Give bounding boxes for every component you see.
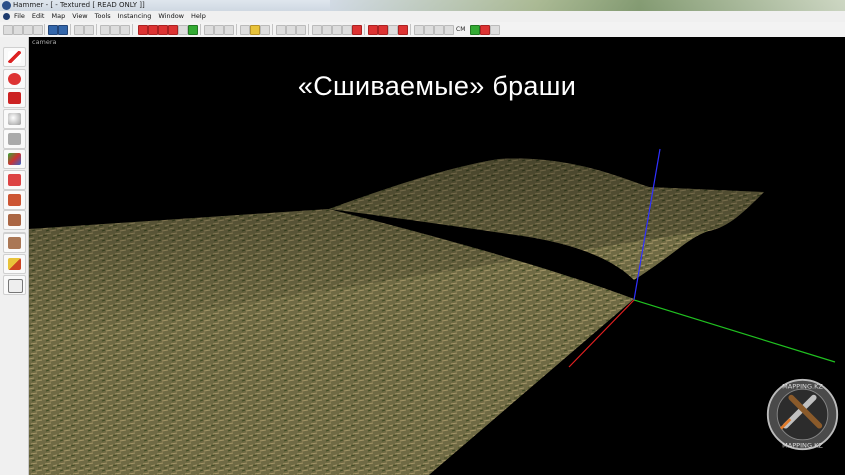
scene-render: [29, 148, 845, 475]
undo-icon[interactable]: [74, 25, 84, 35]
redo-icon[interactable]: [84, 25, 94, 35]
block-tool[interactable]: [3, 129, 26, 149]
menu-file[interactable]: File: [14, 11, 25, 22]
align-right-icon[interactable]: [322, 25, 332, 35]
apply-texture-tool[interactable]: [3, 170, 26, 190]
entity-report-icon[interactable]: [378, 25, 388, 35]
check-problems-icon[interactable]: [388, 25, 398, 35]
apply-texture-icon: [8, 174, 21, 186]
flip-horizontal-icon[interactable]: [352, 25, 362, 35]
carve-icon[interactable]: [188, 25, 198, 35]
run-map-icon[interactable]: [368, 25, 378, 35]
entity-icon: [8, 113, 21, 125]
cordon-icon[interactable]: [414, 25, 424, 35]
menu-view[interactable]: View: [72, 11, 87, 22]
pointer-icon: [8, 51, 21, 63]
tool-palette: [0, 37, 29, 475]
watermark-text-bottom: MAPPING.KZ: [782, 441, 823, 449]
morph-tool[interactable]: [3, 275, 26, 295]
show-selection-icon[interactable]: [178, 25, 188, 35]
entity-tool[interactable]: [3, 109, 26, 129]
cm-button[interactable]: CM: [456, 25, 465, 34]
titlebar-background: [330, 0, 845, 11]
radius-culling-icon[interactable]: [424, 25, 434, 35]
mapping-kz-logo: MAPPING.KZ MAPPING.KZ: [766, 378, 839, 451]
align-top-icon[interactable]: [332, 25, 342, 35]
menu-edit[interactable]: Edit: [32, 11, 45, 22]
path-tool[interactable]: [3, 254, 26, 274]
menu-instancing[interactable]: Instancing: [118, 11, 152, 22]
viewport-label: camera: [32, 38, 57, 46]
block-icon: [8, 133, 21, 145]
texture-lock-icon[interactable]: [204, 25, 214, 35]
texture-apply-icon: [8, 153, 21, 165]
hammer-app-icon: [2, 1, 11, 10]
camera-viewport[interactable]: camera «Сшиваемые» браши MAPPING.KZ MAPP…: [29, 37, 845, 475]
new-file-icon[interactable]: [3, 25, 13, 35]
grid-icon[interactable]: [33, 25, 43, 35]
magnify-tool[interactable]: [3, 69, 26, 89]
texture-application-tool[interactable]: [3, 149, 26, 169]
decal-icon: [8, 194, 21, 206]
menu-map[interactable]: Map: [51, 11, 65, 22]
save-file-icon[interactable]: [23, 25, 33, 35]
instance-icon[interactable]: [490, 25, 500, 35]
leaf-icon[interactable]: [470, 25, 480, 35]
menu-window[interactable]: Window: [158, 11, 184, 22]
helpers-icon[interactable]: [276, 25, 286, 35]
window-title: Hammer - [ - Textured [ READ ONLY ]]: [13, 1, 145, 9]
menu-help[interactable]: Help: [191, 11, 206, 22]
clipping-icon: [8, 214, 21, 226]
load-window-state-icon[interactable]: [48, 25, 58, 35]
paste-icon[interactable]: [120, 25, 130, 35]
window-titlebar: Hammer - [ - Textured [ READ ONLY ]]: [0, 0, 845, 11]
model-toggle-icon[interactable]: [444, 25, 454, 35]
menu-bar: File Edit Map View Tools Instancing Wind…: [0, 11, 845, 22]
path-icon: [8, 258, 21, 270]
copy-icon[interactable]: [110, 25, 120, 35]
decal-tool[interactable]: [3, 190, 26, 210]
group-icon[interactable]: [138, 25, 148, 35]
ungroup-icon[interactable]: [148, 25, 158, 35]
open-file-icon[interactable]: [13, 25, 23, 35]
toggle-3d-grid-icon[interactable]: [250, 25, 260, 35]
camera-icon: [8, 92, 21, 104]
camera-tool[interactable]: [3, 88, 26, 108]
selection-by-handles-icon[interactable]: [286, 25, 296, 35]
overlay-icon: [8, 237, 21, 249]
snap-to-grid-icon[interactable]: [260, 25, 270, 35]
compile-icon[interactable]: [480, 25, 490, 35]
main-toolbar: CM: [0, 22, 845, 38]
align-left-icon[interactable]: [312, 25, 322, 35]
clipping-tool[interactable]: [3, 210, 26, 230]
selection-tool[interactable]: [3, 47, 26, 67]
sprite-toggle-icon[interactable]: [434, 25, 444, 35]
menu-logo-icon[interactable]: [3, 13, 10, 20]
larger-grid-icon[interactable]: [224, 25, 234, 35]
slide-caption: «Сшиваемые» браши: [297, 71, 577, 101]
ignore-groups-icon[interactable]: [296, 25, 306, 35]
watermark-text-top: MAPPING.KZ: [782, 382, 823, 390]
save-window-state-icon[interactable]: [58, 25, 68, 35]
hide-selected-icon[interactable]: [158, 25, 168, 35]
morph-icon: [8, 279, 23, 293]
unhide-icon[interactable]: [168, 25, 178, 35]
smaller-grid-icon[interactable]: [214, 25, 224, 35]
menu-tools[interactable]: Tools: [95, 11, 111, 22]
overlay-tool[interactable]: [3, 233, 26, 253]
toggle-grid-icon[interactable]: [240, 25, 250, 35]
align-bottom-icon[interactable]: [342, 25, 352, 35]
magnify-icon: [8, 73, 21, 85]
cut-icon[interactable]: [100, 25, 110, 35]
map-properties-icon[interactable]: [398, 25, 408, 35]
